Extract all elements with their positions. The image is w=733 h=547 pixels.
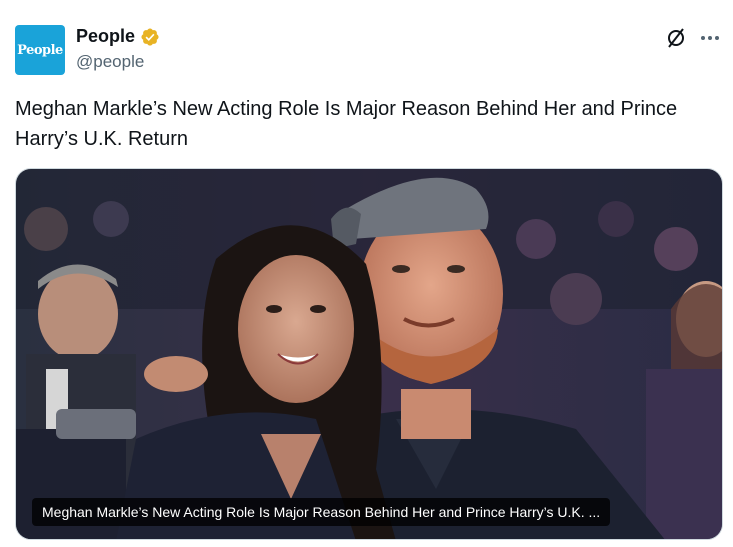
more-icon[interactable] xyxy=(698,26,722,50)
author-name-row: People xyxy=(76,26,160,47)
tweet-text: Meghan Markle’s New Acting Role Is Major… xyxy=(15,98,678,150)
handle[interactable]: @people xyxy=(76,52,144,72)
grok-icon[interactable] xyxy=(664,26,688,50)
media-caption: Meghan Markle’s New Acting Role Is Major… xyxy=(32,498,611,526)
article-photo xyxy=(16,169,722,539)
avatar[interactable]: People xyxy=(15,25,65,75)
display-name[interactable]: People xyxy=(76,26,135,47)
media-link-card[interactable]: Meghan Markle’s New Acting Role Is Major… xyxy=(15,168,723,540)
verified-badge-icon[interactable] xyxy=(140,27,160,47)
tweet-card[interactable]: People People @people Meghan Markle’s Ne… xyxy=(0,0,733,547)
avatar-logo-text: People xyxy=(17,42,63,58)
